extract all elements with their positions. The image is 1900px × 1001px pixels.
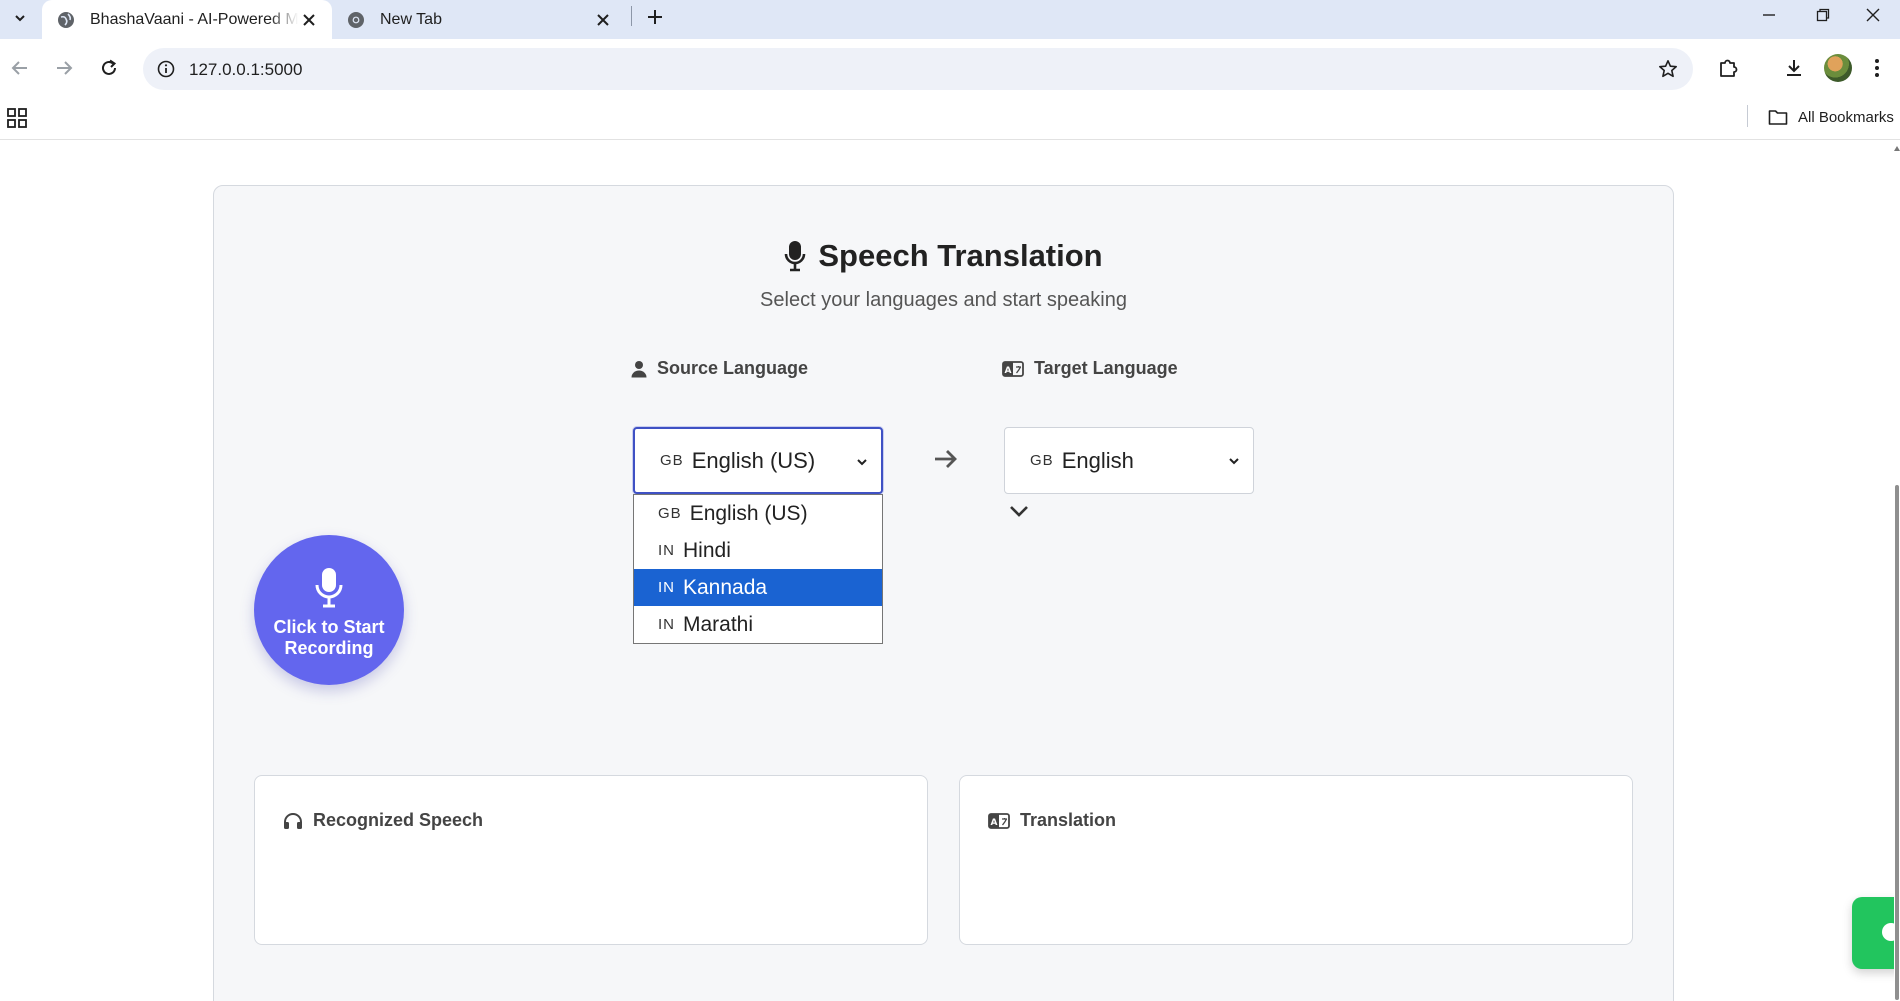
address-bar[interactable]: 127.0.0.1:5000 bbox=[143, 48, 1693, 90]
tab-strip: BhashaVaani - AI-Powered Multi New Tab bbox=[0, 0, 1900, 39]
download-icon bbox=[1787, 60, 1801, 76]
close-icon bbox=[1866, 8, 1880, 22]
language-icon: A bbox=[988, 812, 1010, 829]
translation-panel: A Translation bbox=[959, 775, 1633, 945]
arrow-right-icon bbox=[57, 61, 73, 75]
close-window-button[interactable] bbox=[1846, 0, 1900, 30]
more-vertical-icon bbox=[1875, 59, 1879, 77]
translation-title: A Translation bbox=[988, 810, 1116, 831]
translation-label: Translation bbox=[1020, 810, 1117, 830]
option-label: Hindi bbox=[683, 538, 731, 562]
svg-text:A: A bbox=[1005, 366, 1012, 376]
target-language-value: English bbox=[1061, 447, 1134, 473]
url-text: 127.0.0.1:5000 bbox=[189, 60, 303, 79]
plus-icon bbox=[648, 10, 662, 24]
translation-card: Speech Translation Select your languages… bbox=[213, 185, 1674, 1001]
flag-code: IN bbox=[658, 579, 675, 596]
browser-menu-button[interactable] bbox=[1866, 51, 1888, 85]
tab-new-tab[interactable]: New Tab bbox=[340, 0, 626, 39]
language-icon: A bbox=[1002, 360, 1024, 377]
reload-button[interactable] bbox=[91, 50, 127, 86]
option-label: Kannada bbox=[683, 575, 768, 599]
option-label: Marathi bbox=[683, 612, 754, 636]
bookmarks-bar: All Bookmarks bbox=[0, 98, 1900, 140]
reload-icon bbox=[102, 59, 117, 75]
page-viewport: Speech Translation Select your languages… bbox=[0, 140, 1900, 1001]
page-scrollbar[interactable] bbox=[1894, 140, 1900, 1001]
headphones-icon bbox=[284, 812, 302, 829]
scroll-up-arrow-icon[interactable] bbox=[1894, 146, 1900, 151]
apps-grid-icon[interactable] bbox=[6, 107, 28, 129]
recognized-speech-panel: Recognized Speech bbox=[254, 775, 928, 945]
chrome-icon bbox=[348, 11, 364, 28]
chevron-down-icon bbox=[1229, 458, 1239, 465]
folder-icon bbox=[1768, 110, 1788, 125]
record-button-label: Click to Start Recording bbox=[273, 617, 385, 658]
minimize-button[interactable] bbox=[1742, 0, 1796, 30]
arrow-left-icon bbox=[11, 61, 27, 75]
flag-code: IN bbox=[658, 542, 675, 559]
dropdown-option-english-us[interactable]: GB English (US) bbox=[634, 495, 882, 532]
close-tab-icon[interactable] bbox=[298, 9, 320, 31]
puzzle-icon bbox=[1720, 59, 1738, 77]
browser-toolbar: 127.0.0.1:5000 bbox=[0, 39, 1900, 98]
flag-code: GB bbox=[658, 505, 682, 522]
restore-icon bbox=[1816, 8, 1830, 22]
restore-button[interactable] bbox=[1796, 0, 1850, 30]
expand-chevron-icon[interactable] bbox=[1004, 499, 1034, 523]
extensions-button[interactable] bbox=[1711, 51, 1745, 85]
source-language-dropdown: GB English (US) IN Hindi IN Kannada IN M… bbox=[633, 494, 883, 644]
source-language-label: Source Language bbox=[631, 358, 808, 379]
recognized-speech-title: Recognized Speech bbox=[283, 810, 483, 831]
source-language-select[interactable]: GB English (US) bbox=[633, 427, 883, 494]
new-tab-button[interactable] bbox=[640, 2, 670, 32]
profile-avatar[interactable] bbox=[1824, 54, 1852, 82]
flag-code: GB bbox=[1030, 452, 1054, 469]
tab-search-button[interactable] bbox=[6, 4, 34, 32]
source-language-value: English (US) bbox=[691, 447, 816, 473]
globe-icon bbox=[58, 11, 74, 28]
bookmarks-separator bbox=[1747, 105, 1748, 127]
microphone-icon bbox=[315, 568, 343, 608]
user-icon bbox=[631, 360, 647, 377]
recognized-speech-label: Recognized Speech bbox=[313, 810, 484, 830]
downloads-button[interactable] bbox=[1777, 51, 1811, 85]
minimize-icon bbox=[1763, 14, 1775, 16]
start-recording-button[interactable]: Click to Start Recording bbox=[254, 535, 404, 685]
option-label: English (US) bbox=[689, 501, 808, 525]
tab-separator bbox=[631, 6, 632, 26]
tab-bhashavaani[interactable]: BhashaVaani - AI-Powered Multi bbox=[42, 0, 332, 39]
tab-title: BhashaVaani - AI-Powered Multi bbox=[90, 10, 298, 29]
microphone-icon bbox=[785, 241, 806, 272]
flag-code: GB bbox=[660, 452, 684, 469]
page-heading: Speech Translation bbox=[214, 238, 1673, 274]
page-subtitle: Select your languages and start speaking bbox=[760, 289, 1127, 311]
source-language-text: Source Language bbox=[657, 358, 809, 378]
close-tab-icon[interactable] bbox=[592, 9, 614, 31]
page-title: Speech Translation bbox=[818, 238, 1103, 273]
site-info-icon[interactable] bbox=[153, 56, 179, 82]
dropdown-option-kannada[interactable]: IN Kannada bbox=[634, 569, 882, 606]
chevron-down-icon bbox=[857, 459, 867, 466]
target-language-text: Target Language bbox=[1034, 358, 1178, 378]
arrow-right-icon bbox=[929, 442, 963, 476]
chevron-down-icon bbox=[15, 15, 25, 22]
dropdown-option-hindi[interactable]: IN Hindi bbox=[634, 532, 882, 569]
chat-widget-button[interactable] bbox=[1852, 897, 1900, 969]
target-language-select[interactable]: GB English bbox=[1004, 427, 1254, 494]
dropdown-option-marathi[interactable]: IN Marathi bbox=[634, 606, 882, 643]
flag-code: IN bbox=[658, 616, 675, 633]
bookmark-star-icon[interactable] bbox=[1655, 56, 1681, 82]
tab-title: New Tab bbox=[380, 10, 442, 28]
svg-text:A: A bbox=[991, 818, 998, 828]
all-bookmarks-label: All Bookmarks bbox=[1798, 108, 1894, 126]
target-language-label: A Target Language bbox=[1002, 358, 1178, 379]
scrollbar-thumb[interactable] bbox=[1895, 485, 1899, 1000]
forward-button[interactable] bbox=[46, 50, 82, 86]
back-button[interactable] bbox=[2, 50, 38, 86]
all-bookmarks-button[interactable]: All Bookmarks bbox=[1768, 104, 1894, 130]
